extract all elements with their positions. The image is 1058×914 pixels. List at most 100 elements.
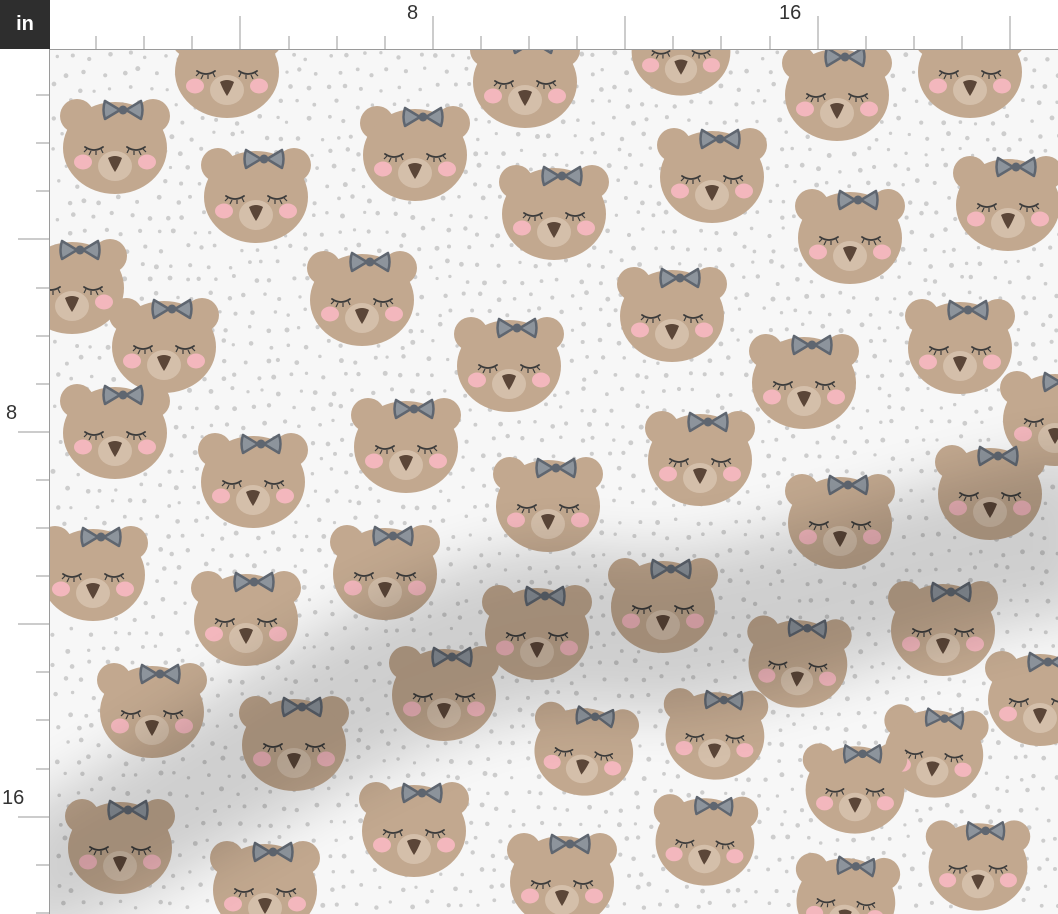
polka-dot bbox=[180, 886, 185, 891]
polka-dot bbox=[67, 231, 73, 236]
polka-dot bbox=[978, 438, 982, 443]
polka-dot bbox=[480, 453, 486, 459]
polka-dot bbox=[463, 226, 468, 231]
polka-dot bbox=[942, 249, 946, 254]
polka-dot bbox=[783, 810, 787, 814]
polka-dot bbox=[946, 131, 951, 137]
polka-dot bbox=[75, 344, 80, 348]
polka-dot bbox=[479, 867, 485, 872]
polka-dot bbox=[943, 162, 949, 168]
polka-dot bbox=[975, 697, 979, 702]
polka-dot bbox=[933, 469, 938, 473]
polka-dot bbox=[410, 215, 416, 220]
bow-knot bbox=[557, 171, 567, 181]
polka-dot bbox=[338, 403, 344, 409]
polka-dot bbox=[700, 888, 705, 894]
polka-dot bbox=[158, 249, 164, 254]
left-ruler: 8 16 bbox=[0, 49, 50, 914]
polka-dot bbox=[981, 681, 986, 686]
polka-dot bbox=[826, 153, 832, 158]
polka-dot bbox=[573, 134, 577, 138]
polka-dot bbox=[410, 339, 416, 345]
polka-dot bbox=[897, 666, 901, 670]
polka-dot bbox=[354, 803, 359, 808]
polka-dot bbox=[678, 262, 682, 266]
polka-dot bbox=[926, 386, 930, 391]
polka-dot bbox=[641, 390, 645, 394]
polka-dot bbox=[874, 137, 879, 142]
polka-dot bbox=[598, 307, 603, 312]
polka-dot bbox=[766, 867, 771, 872]
polka-dot bbox=[479, 802, 485, 808]
polka-dot bbox=[230, 386, 235, 391]
polka-dot bbox=[1030, 84, 1035, 89]
bear-cheek bbox=[1031, 211, 1049, 227]
polka-dot bbox=[947, 196, 951, 200]
polka-dot bbox=[320, 902, 326, 908]
polka-dot bbox=[873, 453, 877, 457]
polka-dot bbox=[101, 646, 106, 651]
polka-dot bbox=[779, 147, 785, 152]
polka-dot bbox=[329, 600, 334, 604]
polka-dot bbox=[296, 326, 301, 330]
polka-dot bbox=[816, 166, 821, 172]
polka-dot bbox=[880, 373, 885, 378]
polka-dot bbox=[428, 519, 433, 523]
polka-dot bbox=[676, 386, 682, 392]
polka-dot bbox=[988, 819, 994, 825]
polka-dot bbox=[820, 293, 826, 299]
bear-cheek bbox=[269, 626, 287, 642]
polka-dot bbox=[502, 279, 507, 285]
polka-dot bbox=[767, 233, 772, 239]
polka-dot bbox=[284, 327, 290, 333]
polka-dot bbox=[1005, 789, 1009, 794]
polka-dot bbox=[208, 290, 213, 296]
polka-dot bbox=[286, 824, 291, 829]
bear-cheek bbox=[513, 220, 531, 236]
polka-dot bbox=[1017, 361, 1023, 366]
polka-dot bbox=[793, 179, 797, 184]
polka-dot bbox=[565, 163, 569, 167]
polka-dot bbox=[167, 469, 172, 474]
bow-knot bbox=[1011, 162, 1021, 172]
polka-dot bbox=[887, 405, 892, 410]
polka-dot bbox=[168, 901, 172, 906]
bear-cheek bbox=[438, 161, 456, 177]
polka-dot bbox=[160, 596, 166, 602]
polka-dot bbox=[371, 390, 376, 396]
polka-dot bbox=[586, 263, 592, 268]
polka-dot bbox=[673, 517, 678, 522]
polka-dot bbox=[890, 456, 896, 461]
polka-dot bbox=[103, 73, 108, 78]
polka-dot bbox=[893, 163, 898, 168]
polka-dot bbox=[757, 819, 762, 825]
polka-dot bbox=[973, 122, 978, 126]
bear-cheek bbox=[695, 322, 713, 338]
polka-dot bbox=[66, 740, 70, 744]
polka-dot bbox=[474, 262, 480, 267]
polka-dot bbox=[328, 148, 333, 153]
polka-dot bbox=[669, 788, 674, 793]
polka-dot bbox=[888, 131, 893, 136]
polka-dot bbox=[143, 600, 148, 606]
polka-dot bbox=[344, 470, 349, 475]
polka-dot bbox=[110, 499, 115, 503]
polka-dot bbox=[355, 105, 360, 110]
polka-dot bbox=[341, 884, 346, 889]
unit-badge[interactable]: in bbox=[0, 0, 50, 49]
polka-dot bbox=[292, 405, 296, 410]
polka-dot bbox=[438, 489, 443, 494]
polka-dot bbox=[784, 164, 789, 169]
polka-dot bbox=[470, 467, 475, 472]
polka-dot bbox=[755, 274, 761, 279]
polka-dot bbox=[486, 757, 491, 762]
polka-dot bbox=[628, 440, 634, 446]
polka-dot bbox=[276, 115, 280, 120]
polka-dot bbox=[262, 420, 268, 426]
polka-dot bbox=[312, 201, 317, 206]
polka-dot bbox=[378, 885, 382, 890]
polka-dot bbox=[82, 228, 87, 233]
polka-dot bbox=[130, 213, 135, 218]
polka-dot bbox=[619, 136, 625, 142]
polka-dot bbox=[1042, 84, 1048, 89]
